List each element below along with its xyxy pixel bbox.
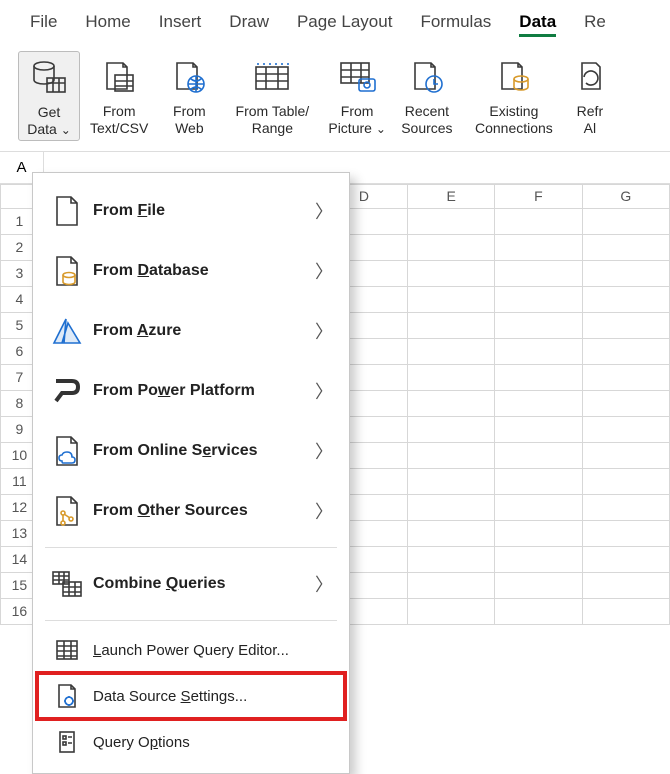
- pq-editor-icon: [49, 639, 85, 661]
- tab-file[interactable]: File: [30, 10, 57, 37]
- menu-label: From Online Services: [85, 442, 315, 460]
- menu-label: From Database: [85, 262, 315, 280]
- recent-sources-button[interactable]: RecentSources: [396, 51, 458, 139]
- ribbon-data: GetData ⌄ FromText/CSV FromWeb From Tabl…: [0, 45, 670, 152]
- file-database-icon: [49, 255, 85, 287]
- tab-page-layout[interactable]: Page Layout: [297, 10, 392, 37]
- menu-from-database[interactable]: From Database 〉: [37, 241, 345, 301]
- col-header[interactable]: G: [582, 184, 669, 208]
- from-text-csv-button[interactable]: FromText/CSV: [86, 51, 152, 139]
- chevron-down-icon: ⌄: [61, 123, 71, 137]
- tab-draw[interactable]: Draw: [229, 10, 269, 37]
- menu-from-file[interactable]: From File 〉: [37, 181, 345, 241]
- from-table-range-button[interactable]: From Table/Range: [226, 51, 318, 139]
- from-web-button[interactable]: FromWeb: [158, 51, 220, 139]
- power-platform-icon: [49, 377, 85, 405]
- menu-label: From File: [85, 202, 315, 220]
- database-icon: [29, 54, 69, 102]
- file-icon: [49, 195, 85, 227]
- file-cloud-icon: [49, 435, 85, 467]
- chevron-right-icon: 〉: [315, 258, 333, 284]
- from-picture-button[interactable]: FromPicture ⌄: [324, 51, 390, 139]
- tab-insert[interactable]: Insert: [159, 10, 202, 37]
- tab-formulas[interactable]: Formulas: [420, 10, 491, 37]
- table-camera-icon: [337, 53, 377, 101]
- menu-from-azure[interactable]: From Azure 〉: [37, 301, 345, 361]
- menu-data-source-settings[interactable]: Data Source Settings...: [37, 673, 345, 719]
- menu-from-online-services[interactable]: From Online Services 〉: [37, 421, 345, 481]
- get-data-menu: From File 〉 From Database 〉 From Azure 〉…: [32, 172, 350, 774]
- menu-label: Launch Power Query Editor...: [85, 642, 333, 659]
- get-data-button[interactable]: GetData ⌄: [18, 51, 80, 141]
- menu-from-power-platform[interactable]: From Power Platform 〉: [37, 361, 345, 421]
- combine-tables-icon: [49, 570, 85, 598]
- menu-launch-power-query-editor[interactable]: Launch Power Query Editor...: [37, 627, 345, 673]
- menu-from-other-sources[interactable]: From Other Sources 〉: [37, 481, 345, 541]
- menu-label: Query Options: [85, 734, 333, 751]
- tab-review-partial[interactable]: Re: [584, 10, 606, 37]
- tab-data[interactable]: Data: [519, 10, 556, 37]
- tab-home[interactable]: Home: [85, 10, 130, 37]
- menu-label: Combine Queries: [85, 575, 315, 593]
- chevron-right-icon: 〉: [315, 318, 333, 344]
- file-nodes-icon: [49, 495, 85, 527]
- options-icon: [49, 730, 85, 754]
- refresh-all-partial-button[interactable]: RefrAl: [570, 51, 610, 139]
- file-gear-icon: [49, 683, 85, 709]
- chevron-right-icon: 〉: [315, 498, 333, 524]
- menu-label: From Azure: [85, 322, 315, 340]
- col-header[interactable]: F: [495, 184, 582, 208]
- table-icon: [252, 53, 292, 101]
- menu-combine-queries[interactable]: Combine Queries 〉: [37, 554, 345, 614]
- menu-query-options[interactable]: Query Options: [37, 719, 345, 765]
- existing-connections-button[interactable]: ExistingConnections: [464, 51, 564, 139]
- menu-label: From Other Sources: [85, 502, 315, 520]
- menu-label: Data Source Settings...: [85, 688, 333, 705]
- refresh-icon: [576, 53, 604, 101]
- page-globe-icon: [171, 53, 207, 101]
- menu-label: From Power Platform: [85, 382, 315, 400]
- chevron-right-icon: 〉: [315, 438, 333, 464]
- ribbon-tabs: File Home Insert Draw Page Layout Formul…: [0, 0, 670, 45]
- chevron-down-icon: ⌄: [376, 122, 386, 136]
- azure-icon: [49, 317, 85, 345]
- page-db-icon: [496, 53, 532, 101]
- page-clock-icon: [409, 53, 445, 101]
- chevron-right-icon: 〉: [315, 571, 333, 597]
- col-header[interactable]: E: [408, 184, 495, 208]
- chevron-right-icon: 〉: [315, 198, 333, 224]
- chevron-right-icon: 〉: [315, 378, 333, 404]
- page-with-doc-icon: [101, 53, 137, 101]
